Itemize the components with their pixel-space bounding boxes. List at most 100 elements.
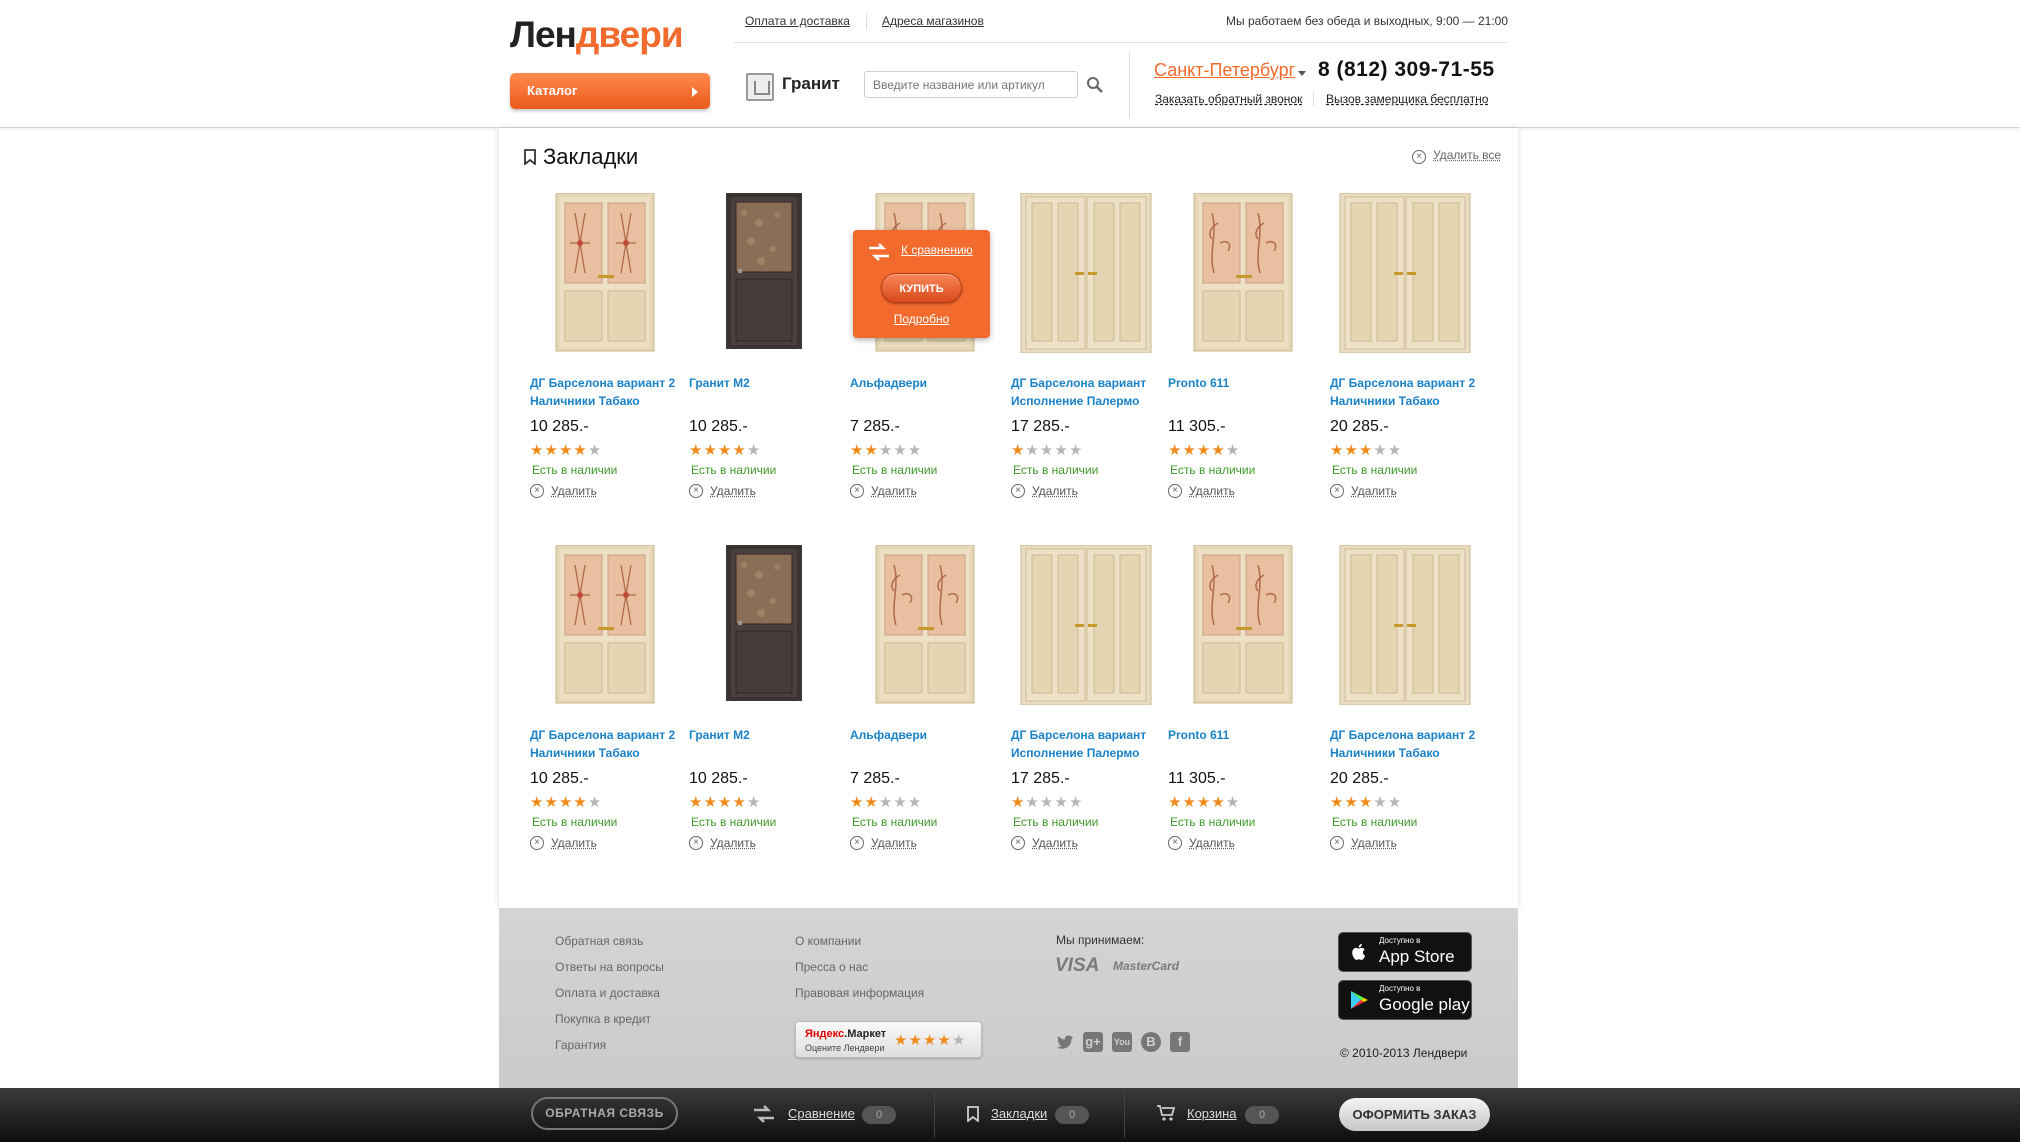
brand-name[interactable]: Гранит — [782, 74, 840, 94]
yandex-market-badge[interactable]: Яндекс.Маркет Оцените Ленд­вери ★★★★★ — [795, 1021, 982, 1058]
product-card[interactable]: ДГ Барселона вариант 2 Наличники Табако 1… — [530, 193, 680, 513]
star-icon: ★ — [1373, 794, 1388, 811]
delete-all-link[interactable]: Удалить все — [1433, 148, 1501, 162]
bookmarks-count-badge: 0 — [1055, 1106, 1089, 1124]
product-card[interactable]: Гранит М2 10 285.- ★★★★★ Есть в наличии × Уда… — [689, 193, 839, 513]
store-addresses-link[interactable]: Адреса магазинов — [882, 14, 984, 28]
stock-status: Есть в наличии — [691, 815, 777, 829]
app-store-badge[interactable]: Доступно в App Store — [1338, 932, 1472, 972]
remove-bookmark-button[interactable]: × Удалить — [1168, 836, 1235, 850]
star-icon: ★ — [587, 794, 603, 811]
close-circle-icon[interactable]: × — [1412, 150, 1426, 164]
footer-link[interactable]: Правовая информация — [795, 986, 924, 1000]
remove-bookmark-button[interactable]: × Удалить — [850, 484, 917, 498]
cart-link[interactable]: Корзина — [1187, 1106, 1237, 1121]
remove-bookmark-button[interactable]: × Удалить — [1168, 484, 1235, 498]
footer-link[interactable]: Обратная связь — [555, 934, 643, 948]
search-icon[interactable] — [1086, 76, 1104, 94]
cart-icon[interactable] — [1156, 1104, 1176, 1122]
footer-link[interactable]: Ответы на вопросы — [555, 960, 664, 974]
compare-count-badge: 0 — [862, 1106, 896, 1124]
product-name[interactable]: Pronto 611 — [1168, 374, 1318, 392]
compare-arrows-icon[interactable] — [867, 242, 891, 262]
stock-status: Есть в наличии — [532, 815, 618, 829]
twitter-icon[interactable] — [1055, 1032, 1075, 1052]
footer-link[interactable]: Покупка в кредит — [555, 1012, 651, 1026]
checkout-button[interactable]: ОФОРМИТЬ ЗАКАЗ — [1339, 1098, 1490, 1131]
product-card[interactable]: ДГ Барселона вариант 2 Наличники Табако 2… — [1330, 193, 1480, 513]
compare-link[interactable]: Сравнение — [788, 1106, 855, 1121]
rating-stars: ★★★★★ — [1011, 441, 1083, 459]
feedback-button[interactable]: ОБРАТНАЯ СВЯЗЬ — [531, 1097, 678, 1130]
remove-bookmark-button[interactable]: × Удалить — [850, 836, 917, 850]
product-name[interactable]: ДГ Барселона вариант 2 Наличники Табако — [1330, 374, 1480, 410]
product-name[interactable]: ДГ Барселона вариант 2 Наличники Табако — [1330, 726, 1480, 762]
star-icon: ★ — [1039, 442, 1055, 459]
compare-icon[interactable] — [752, 1104, 776, 1124]
youtube-icon[interactable]: You — [1112, 1032, 1132, 1052]
footer-link[interactable]: Оплата и доставка — [555, 986, 660, 1000]
facebook-icon[interactable]: f — [1170, 1032, 1190, 1052]
product-card[interactable]: ДГ Барселона вариант 2 Наличники Табако 2… — [1330, 545, 1480, 865]
product-name[interactable]: ДГ Барселона вариант Исполнение Палермо — [1011, 726, 1161, 762]
product-price: 20 285.- — [1330, 770, 1389, 787]
product-card[interactable]: ДГ Барселона вариант Исполнение Палермо 1… — [1011, 193, 1161, 513]
vkontakte-icon[interactable]: B — [1141, 1032, 1161, 1052]
details-link[interactable]: Подробно — [853, 312, 990, 326]
star-icon: ★ — [850, 442, 865, 459]
payment-delivery-link[interactable]: Оплата и доставка — [745, 14, 850, 28]
product-card[interactable]: Pronto 611 11 305.- ★★★★★ Есть в наличии × Уд… — [1168, 193, 1318, 513]
stock-status: Есть в наличии — [852, 815, 938, 829]
cart-count-badge: 0 — [1245, 1106, 1279, 1124]
product-card[interactable]: Альфадвери 7 285.- ★★★★★ Есть в наличии × Уда… — [850, 545, 1000, 865]
copyright: © 2010-2013 Лендвери — [1340, 1046, 1468, 1060]
footer-link[interactable]: Пресса о нас — [795, 960, 868, 974]
close-circle-icon: × — [850, 484, 864, 498]
product-name[interactable]: ДГ Барселона вариант 2 Наличники Табако — [530, 374, 680, 410]
product-name[interactable]: ДГ Барселона вариант Исполнение Палермо — [1011, 374, 1161, 410]
remove-bookmark-button[interactable]: × Удалить — [1011, 836, 1078, 850]
remove-bookmark-button[interactable]: × Удалить — [1330, 484, 1397, 498]
remove-bookmark-button[interactable]: × Удалить — [1330, 836, 1397, 850]
product-card[interactable]: Гранит М2 10 285.- ★★★★★ Есть в наличии × Уда… — [689, 545, 839, 865]
close-circle-icon: × — [530, 484, 544, 498]
remove-bookmark-button[interactable]: × Удалить — [689, 484, 756, 498]
measurer-link[interactable]: Вызов замерщика бесплатно — [1326, 92, 1488, 106]
callback-link[interactable]: Заказать обратный звонок — [1155, 92, 1302, 106]
product-name[interactable]: ДГ Барселона вариант 2 Наличники Табако — [530, 726, 680, 762]
remove-bookmark-button[interactable]: × Удалить — [1011, 484, 1078, 498]
rating-stars: ★★★★★ — [530, 441, 602, 459]
star-icon: ★ — [530, 442, 545, 459]
product-price: 10 285.- — [530, 770, 589, 787]
product-name[interactable]: Pronto 611 — [1168, 726, 1318, 744]
star-icon: ★ — [1358, 442, 1374, 459]
product-card[interactable]: Pronto 611 11 305.- ★★★★★ Есть в наличии × Уд… — [1168, 545, 1318, 865]
remove-bookmark-button[interactable]: × Удалить — [530, 484, 597, 498]
footer-link[interactable]: О компании — [795, 934, 861, 948]
product-name[interactable]: Альфадвери — [850, 374, 1000, 392]
buy-button[interactable]: КУПИТЬ — [881, 273, 962, 303]
search-input[interactable] — [864, 71, 1078, 98]
google-play-badge[interactable]: Доступно в Google play — [1338, 980, 1472, 1020]
product-name[interactable]: Гранит М2 — [689, 374, 839, 392]
google-plus-icon[interactable]: g+ — [1083, 1032, 1103, 1052]
city-selector[interactable]: Санкт-Петербург — [1154, 60, 1295, 81]
catalog-button[interactable]: Каталог — [510, 73, 710, 109]
product-card[interactable]: ДГ Барселона вариант Исполнение Палермо 1… — [1011, 545, 1161, 865]
footer-link[interactable]: Гарантия — [555, 1038, 606, 1052]
star-icon: ★ — [1168, 794, 1183, 811]
bookmarks-link[interactable]: Закладки — [991, 1106, 1047, 1121]
chevron-down-icon[interactable] — [1298, 71, 1306, 76]
bookmark-icon[interactable] — [966, 1106, 980, 1122]
product-name[interactable]: Гранит М2 — [689, 726, 839, 744]
site-logo[interactable]: Лендвери — [510, 14, 684, 56]
close-circle-icon: × — [1168, 484, 1182, 498]
star-icon: ★ — [1168, 442, 1183, 459]
add-to-compare-link[interactable]: К сравнению — [901, 243, 973, 257]
close-circle-icon: × — [689, 836, 703, 850]
product-name[interactable]: Альфадвери — [850, 726, 1000, 744]
product-card[interactable]: ДГ Барселона вариант 2 Наличники Табако 1… — [530, 545, 680, 865]
remove-bookmark-button[interactable]: × Удалить — [689, 836, 756, 850]
star-icon: ★ — [1196, 794, 1212, 811]
remove-bookmark-button[interactable]: × Удалить — [530, 836, 597, 850]
